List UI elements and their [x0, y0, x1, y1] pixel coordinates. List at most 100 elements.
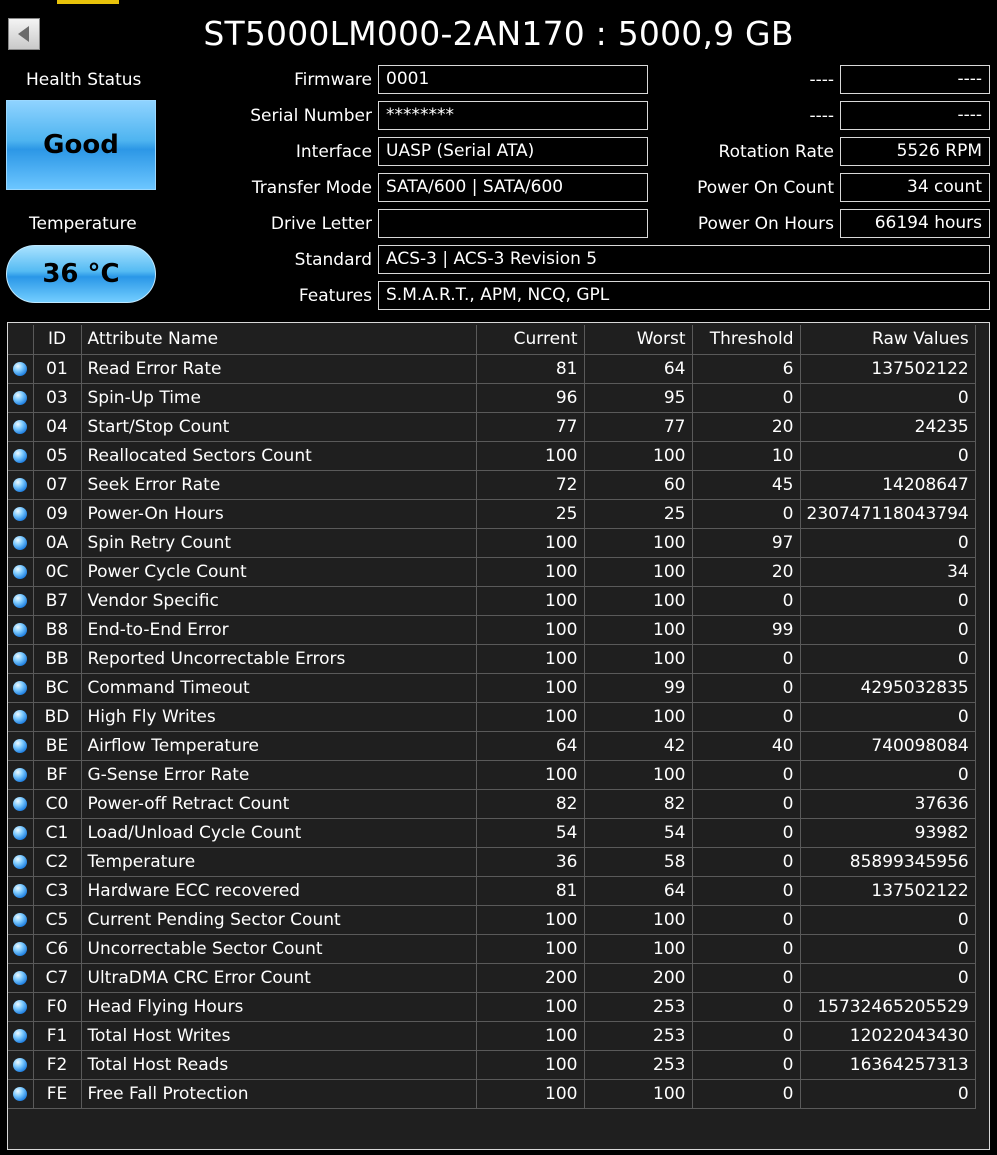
attribute-name: Hardware ECC recovered [81, 876, 477, 906]
column-header-attribute-name[interactable]: Attribute Name [81, 325, 477, 355]
table-row[interactable]: C5 Current Pending Sector Count 100 100 0 0 [8, 905, 976, 935]
threshold-value: 0 [692, 1050, 801, 1080]
threshold-value: 20 [692, 557, 801, 587]
table-row[interactable]: 04 Start/Stop Count 77 77 20 24235 [8, 412, 976, 442]
status-cell [8, 1079, 34, 1109]
column-header-current[interactable]: Current [476, 325, 585, 355]
health-status-badge[interactable]: Good [6, 100, 156, 190]
rotation-rate-field[interactable]: 5526 RPM [840, 137, 990, 166]
table-row[interactable]: 01 Read Error Rate 81 64 6 137502122 [8, 354, 976, 384]
threshold-value: 0 [692, 383, 801, 413]
drive-letter-field[interactable] [378, 209, 648, 238]
raw-value: 93982 [800, 818, 976, 848]
placeholder-field-1[interactable]: ---- [840, 65, 990, 94]
power-on-hours-label: Power On Hours [697, 214, 834, 234]
features-field[interactable]: S.M.A.R.T., APM, NCQ, GPL [378, 281, 990, 310]
status-ball-icon [13, 1086, 28, 1101]
table-row[interactable]: B8 End-to-End Error 100 100 99 0 [8, 615, 976, 645]
worst-value: 100 [584, 441, 693, 471]
worst-value: 100 [584, 702, 693, 732]
column-header-threshold[interactable]: Threshold [692, 325, 801, 355]
standard-label: Standard [294, 250, 372, 270]
worst-value: 253 [584, 1021, 693, 1051]
table-row[interactable]: BF G-Sense Error Rate 100 100 0 0 [8, 760, 976, 790]
table-row[interactable]: 07 Seek Error Rate 72 60 45 14208647 [8, 470, 976, 500]
status-cell [8, 731, 34, 761]
table-row[interactable]: C1 Load/Unload Cycle Count 54 54 0 93982 [8, 818, 976, 848]
table-row[interactable]: C0 Power-off Retract Count 82 82 0 37636 [8, 789, 976, 819]
column-header-id[interactable]: ID [33, 325, 82, 355]
threshold-value: 0 [692, 702, 801, 732]
current-value: 100 [476, 528, 585, 558]
smart-attributes-table[interactable]: ID Attribute Name Current Worst Threshol… [7, 322, 990, 1150]
threshold-value: 0 [692, 992, 801, 1022]
threshold-value: 0 [692, 934, 801, 964]
attribute-id: C7 [33, 963, 82, 993]
table-row[interactable]: BC Command Timeout 100 99 0 4295032835 [8, 673, 976, 703]
current-value: 100 [476, 1050, 585, 1080]
raw-value: 34 [800, 557, 976, 587]
current-value: 100 [476, 557, 585, 587]
table-row[interactable]: BB Reported Uncorrectable Errors 100 100 0 0 [8, 644, 976, 674]
table-row[interactable]: B7 Vendor Specific 100 100 0 0 [8, 586, 976, 616]
table-row[interactable]: BD High Fly Writes 100 100 0 0 [8, 702, 976, 732]
table-row[interactable]: F2 Total Host Reads 100 253 0 16364257313 [8, 1050, 976, 1080]
threshold-value: 0 [692, 876, 801, 906]
current-value: 81 [476, 876, 585, 906]
status-cell [8, 673, 34, 703]
worst-value: 54 [584, 818, 693, 848]
current-value: 200 [476, 963, 585, 993]
table-row[interactable]: BE Airflow Temperature 64 42 40 740098084 [8, 731, 976, 761]
table-row[interactable]: 0A Spin Retry Count 100 100 97 0 [8, 528, 976, 558]
temperature-badge[interactable]: 36 °C [6, 245, 156, 303]
table-row[interactable]: C3 Hardware ECC recovered 81 64 0 137502122 [8, 876, 976, 906]
attribute-name: Airflow Temperature [81, 731, 477, 761]
table-row[interactable]: 0C Power Cycle Count 100 100 20 34 [8, 557, 976, 587]
table-row[interactable]: F1 Total Host Writes 100 253 0 12022043430 [8, 1021, 976, 1051]
table-row[interactable]: FE Free Fall Protection 100 100 0 0 [8, 1079, 976, 1109]
attribute-name: Reported Uncorrectable Errors [81, 644, 477, 674]
table-row[interactable]: 05 Reallocated Sectors Count 100 100 10 0 [8, 441, 976, 471]
attribute-name: Uncorrectable Sector Count [81, 934, 477, 964]
status-ball-icon [13, 448, 28, 463]
transfer-mode-field[interactable]: SATA/600 | SATA/600 [378, 173, 648, 202]
attribute-id: 04 [33, 412, 82, 442]
raw-value: 230747118043794 [800, 499, 976, 529]
placeholder-field-2[interactable]: ---- [840, 101, 990, 130]
table-row[interactable]: 03 Spin-Up Time 96 95 0 0 [8, 383, 976, 413]
power-on-hours-field[interactable]: 66194 hours [840, 209, 990, 238]
table-row[interactable]: C6 Uncorrectable Sector Count 100 100 0 0 [8, 934, 976, 964]
smart-table: ID Attribute Name Current Worst Threshol… [8, 325, 976, 1109]
table-row[interactable]: 09 Power-On Hours 25 25 0 230747118043794 [8, 499, 976, 529]
worst-value: 100 [584, 586, 693, 616]
raw-value: 14208647 [800, 470, 976, 500]
table-row[interactable]: C2 Temperature 36 58 0 85899345956 [8, 847, 976, 877]
current-value: 100 [476, 586, 585, 616]
attribute-id: C0 [33, 789, 82, 819]
current-value: 100 [476, 644, 585, 674]
threshold-value: 10 [692, 441, 801, 471]
worst-value: 253 [584, 992, 693, 1022]
table-row[interactable]: C7 UltraDMA CRC Error Count 200 200 0 0 [8, 963, 976, 993]
serial-number-field[interactable]: ******** [378, 101, 648, 130]
worst-value: 100 [584, 934, 693, 964]
raw-value: 0 [800, 644, 976, 674]
interface-field[interactable]: UASP (Serial ATA) [378, 137, 648, 166]
threshold-value: 0 [692, 673, 801, 703]
raw-value: 16364257313 [800, 1050, 976, 1080]
power-on-count-field[interactable]: 34 count [840, 173, 990, 202]
worst-value: 100 [584, 615, 693, 645]
status-cell [8, 499, 34, 529]
firmware-field[interactable]: 0001 [378, 65, 648, 94]
status-cell [8, 760, 34, 790]
column-header-raw-values[interactable]: Raw Values [800, 325, 976, 355]
table-row[interactable]: F0 Head Flying Hours 100 253 0 15732465205529 [8, 992, 976, 1022]
status-column-header[interactable] [8, 325, 34, 355]
standard-field[interactable]: ACS-3 | ACS-3 Revision 5 [378, 245, 990, 274]
status-ball-icon [13, 709, 28, 724]
attribute-id: 0C [33, 557, 82, 587]
threshold-value: 0 [692, 905, 801, 935]
column-header-worst[interactable]: Worst [584, 325, 693, 355]
worst-value: 42 [584, 731, 693, 761]
threshold-value: 45 [692, 470, 801, 500]
